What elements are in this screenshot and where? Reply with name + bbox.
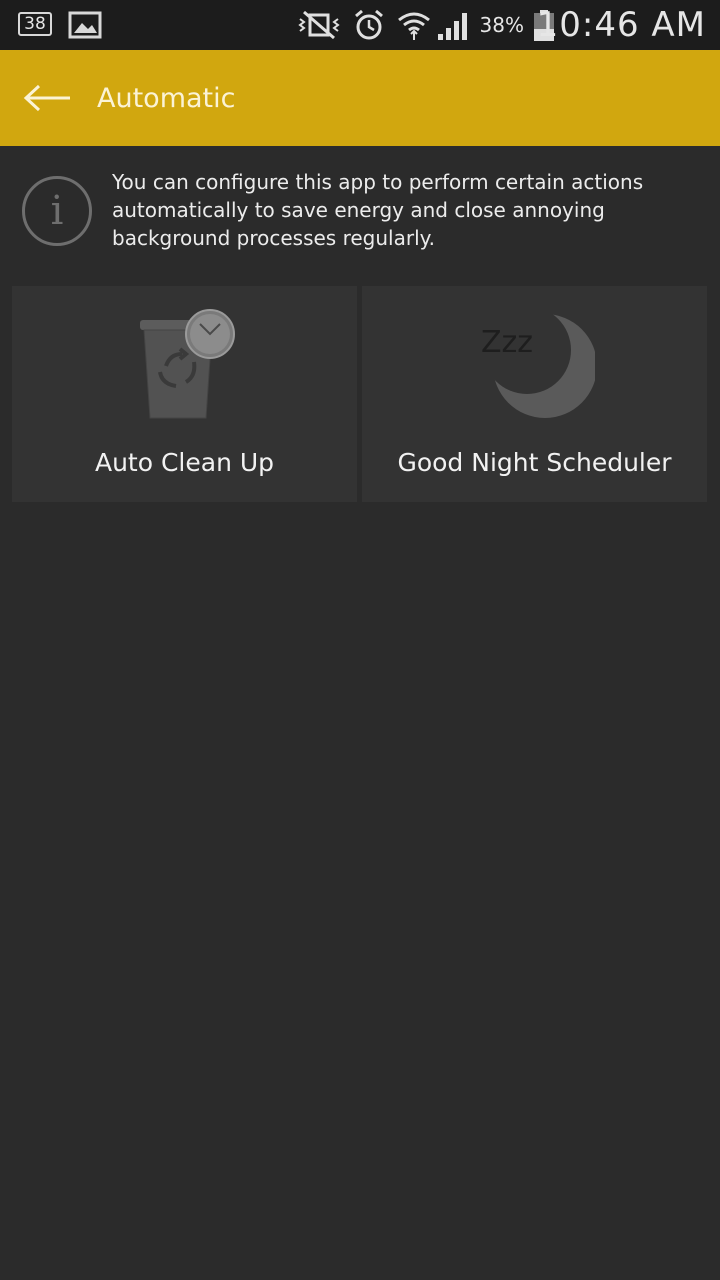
notification-count-icon: 38 [18, 12, 52, 36]
feature-tiles: Auto Clean Up Zzz Good Night Scheduler [12, 286, 708, 502]
tile-label: Auto Clean Up [94, 448, 275, 477]
good-night-scheduler-tile[interactable]: Zzz Good Night Scheduler [362, 286, 707, 502]
timed-recycle-bin-icon [130, 306, 240, 426]
app-bar: Automatic [0, 50, 720, 146]
image-icon [68, 0, 102, 50]
vibrate-off-icon [296, 0, 342, 50]
info-text: You can configure this app to perform ce… [112, 170, 644, 250]
moon-sleep-icon: Zzz [475, 306, 597, 426]
signal-icon [436, 0, 472, 50]
alarm-icon [352, 0, 386, 50]
battery-percent: 38% [479, 13, 524, 37]
info-icon: i [22, 176, 92, 246]
notification-count: 38 [24, 14, 46, 34]
zzz-text: Zzz [481, 325, 533, 360]
back-arrow-icon [23, 84, 70, 112]
page-title: Automatic [97, 82, 236, 114]
status-time: 10:46 AM [536, 5, 706, 45]
info-section: i You can configure this app to perform … [0, 146, 720, 276]
wifi-icon [396, 0, 432, 50]
auto-clean-up-tile[interactable]: Auto Clean Up [12, 286, 357, 502]
status-bar: 38 38% 10:46 AM [0, 0, 720, 50]
back-button[interactable] [18, 72, 76, 124]
tile-label: Good Night Scheduler [397, 448, 672, 477]
